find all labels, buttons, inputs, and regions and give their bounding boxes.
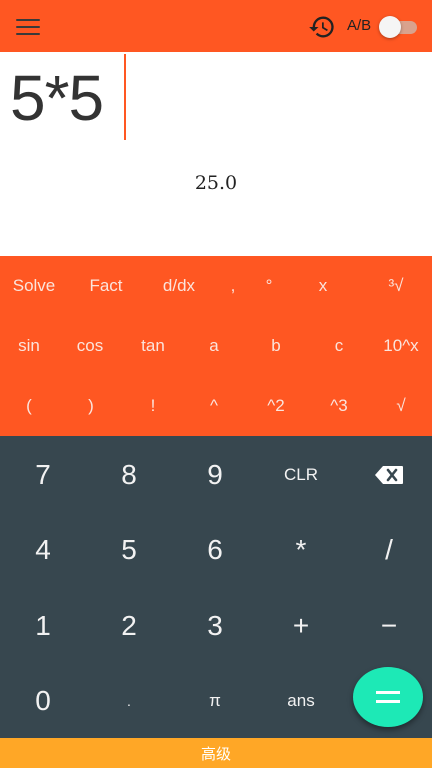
derivative-key[interactable]: d/dx <box>145 256 213 316</box>
cube-root-key[interactable]: ³√ <box>368 256 424 316</box>
backspace-key[interactable] <box>346 437 432 512</box>
sci-row-2: sin cos tan a b c 10^x <box>0 316 432 376</box>
pi-key[interactable]: π <box>172 663 258 738</box>
scientific-keypad: Solve Fact d/dx , ° x ³√ sin cos tan a b… <box>0 256 432 436</box>
digit-4-key[interactable]: 4 <box>0 512 86 587</box>
advanced-mode-bar[interactable]: 高级 <box>0 738 432 768</box>
factorize-key[interactable]: Fact <box>72 256 140 316</box>
cos-key[interactable]: cos <box>60 316 120 376</box>
digit-9-key[interactable]: 9 <box>172 437 258 512</box>
hamburger-menu-icon[interactable] <box>16 14 48 40</box>
square-key[interactable]: ^2 <box>248 376 304 436</box>
variable-a-key[interactable]: a <box>186 316 242 376</box>
digit-2-key[interactable]: 2 <box>86 588 172 663</box>
ab-mode-label: A/B <box>347 17 372 34</box>
digit-7-key[interactable]: 7 <box>0 437 86 512</box>
ab-mode-toggle[interactable] <box>379 16 419 38</box>
history-icon[interactable] <box>308 13 336 41</box>
plus-key[interactable]: + <box>258 588 344 663</box>
degree-key[interactable]: ° <box>241 256 297 316</box>
sin-key[interactable]: sin <box>0 316 58 376</box>
variable-b-key[interactable]: b <box>248 316 304 376</box>
result-preview: 25.0 <box>194 172 238 194</box>
cube-key[interactable]: ^3 <box>311 376 367 436</box>
sci-row-3: ( ) ! ^ ^2 ^3 √ <box>0 376 432 436</box>
digit-3-key[interactable]: 3 <box>172 588 258 663</box>
variable-x-key[interactable]: x <box>295 256 351 316</box>
digit-6-key[interactable]: 6 <box>172 512 258 587</box>
digit-0-key[interactable]: 0 <box>0 663 86 738</box>
top-app-bar: A/B <box>0 0 432 52</box>
ans-key[interactable]: ans <box>258 663 344 738</box>
ten-power-key[interactable]: 10^x <box>372 316 430 376</box>
toggle-thumb <box>379 16 401 38</box>
divide-key[interactable]: / <box>346 512 432 587</box>
solve-key[interactable]: Solve <box>0 256 68 316</box>
backspace-icon <box>375 465 403 484</box>
digit-5-key[interactable]: 5 <box>86 512 172 587</box>
sci-row-1: Solve Fact d/dx , ° x ³√ <box>0 256 432 316</box>
tan-key[interactable]: tan <box>122 316 184 376</box>
square-root-key[interactable]: √ <box>372 376 430 436</box>
equals-icon <box>376 691 400 703</box>
digit-8-key[interactable]: 8 <box>86 437 172 512</box>
variable-c-key[interactable]: c <box>311 316 367 376</box>
calculator-display: 5*5 25.0 <box>0 52 432 256</box>
expression-input[interactable]: 5*5 <box>10 66 104 130</box>
decimal-point-key[interactable]: . <box>86 663 172 738</box>
clear-key[interactable]: CLR <box>258 437 344 512</box>
open-paren-key[interactable]: ( <box>0 376 58 436</box>
minus-key[interactable]: − <box>346 588 432 663</box>
close-paren-key[interactable]: ) <box>62 376 120 436</box>
power-key[interactable]: ^ <box>186 376 242 436</box>
equals-button[interactable] <box>353 667 423 727</box>
text-cursor <box>124 54 126 140</box>
multiply-key[interactable]: * <box>258 512 344 587</box>
digit-1-key[interactable]: 1 <box>0 588 86 663</box>
factorial-key[interactable]: ! <box>124 376 182 436</box>
